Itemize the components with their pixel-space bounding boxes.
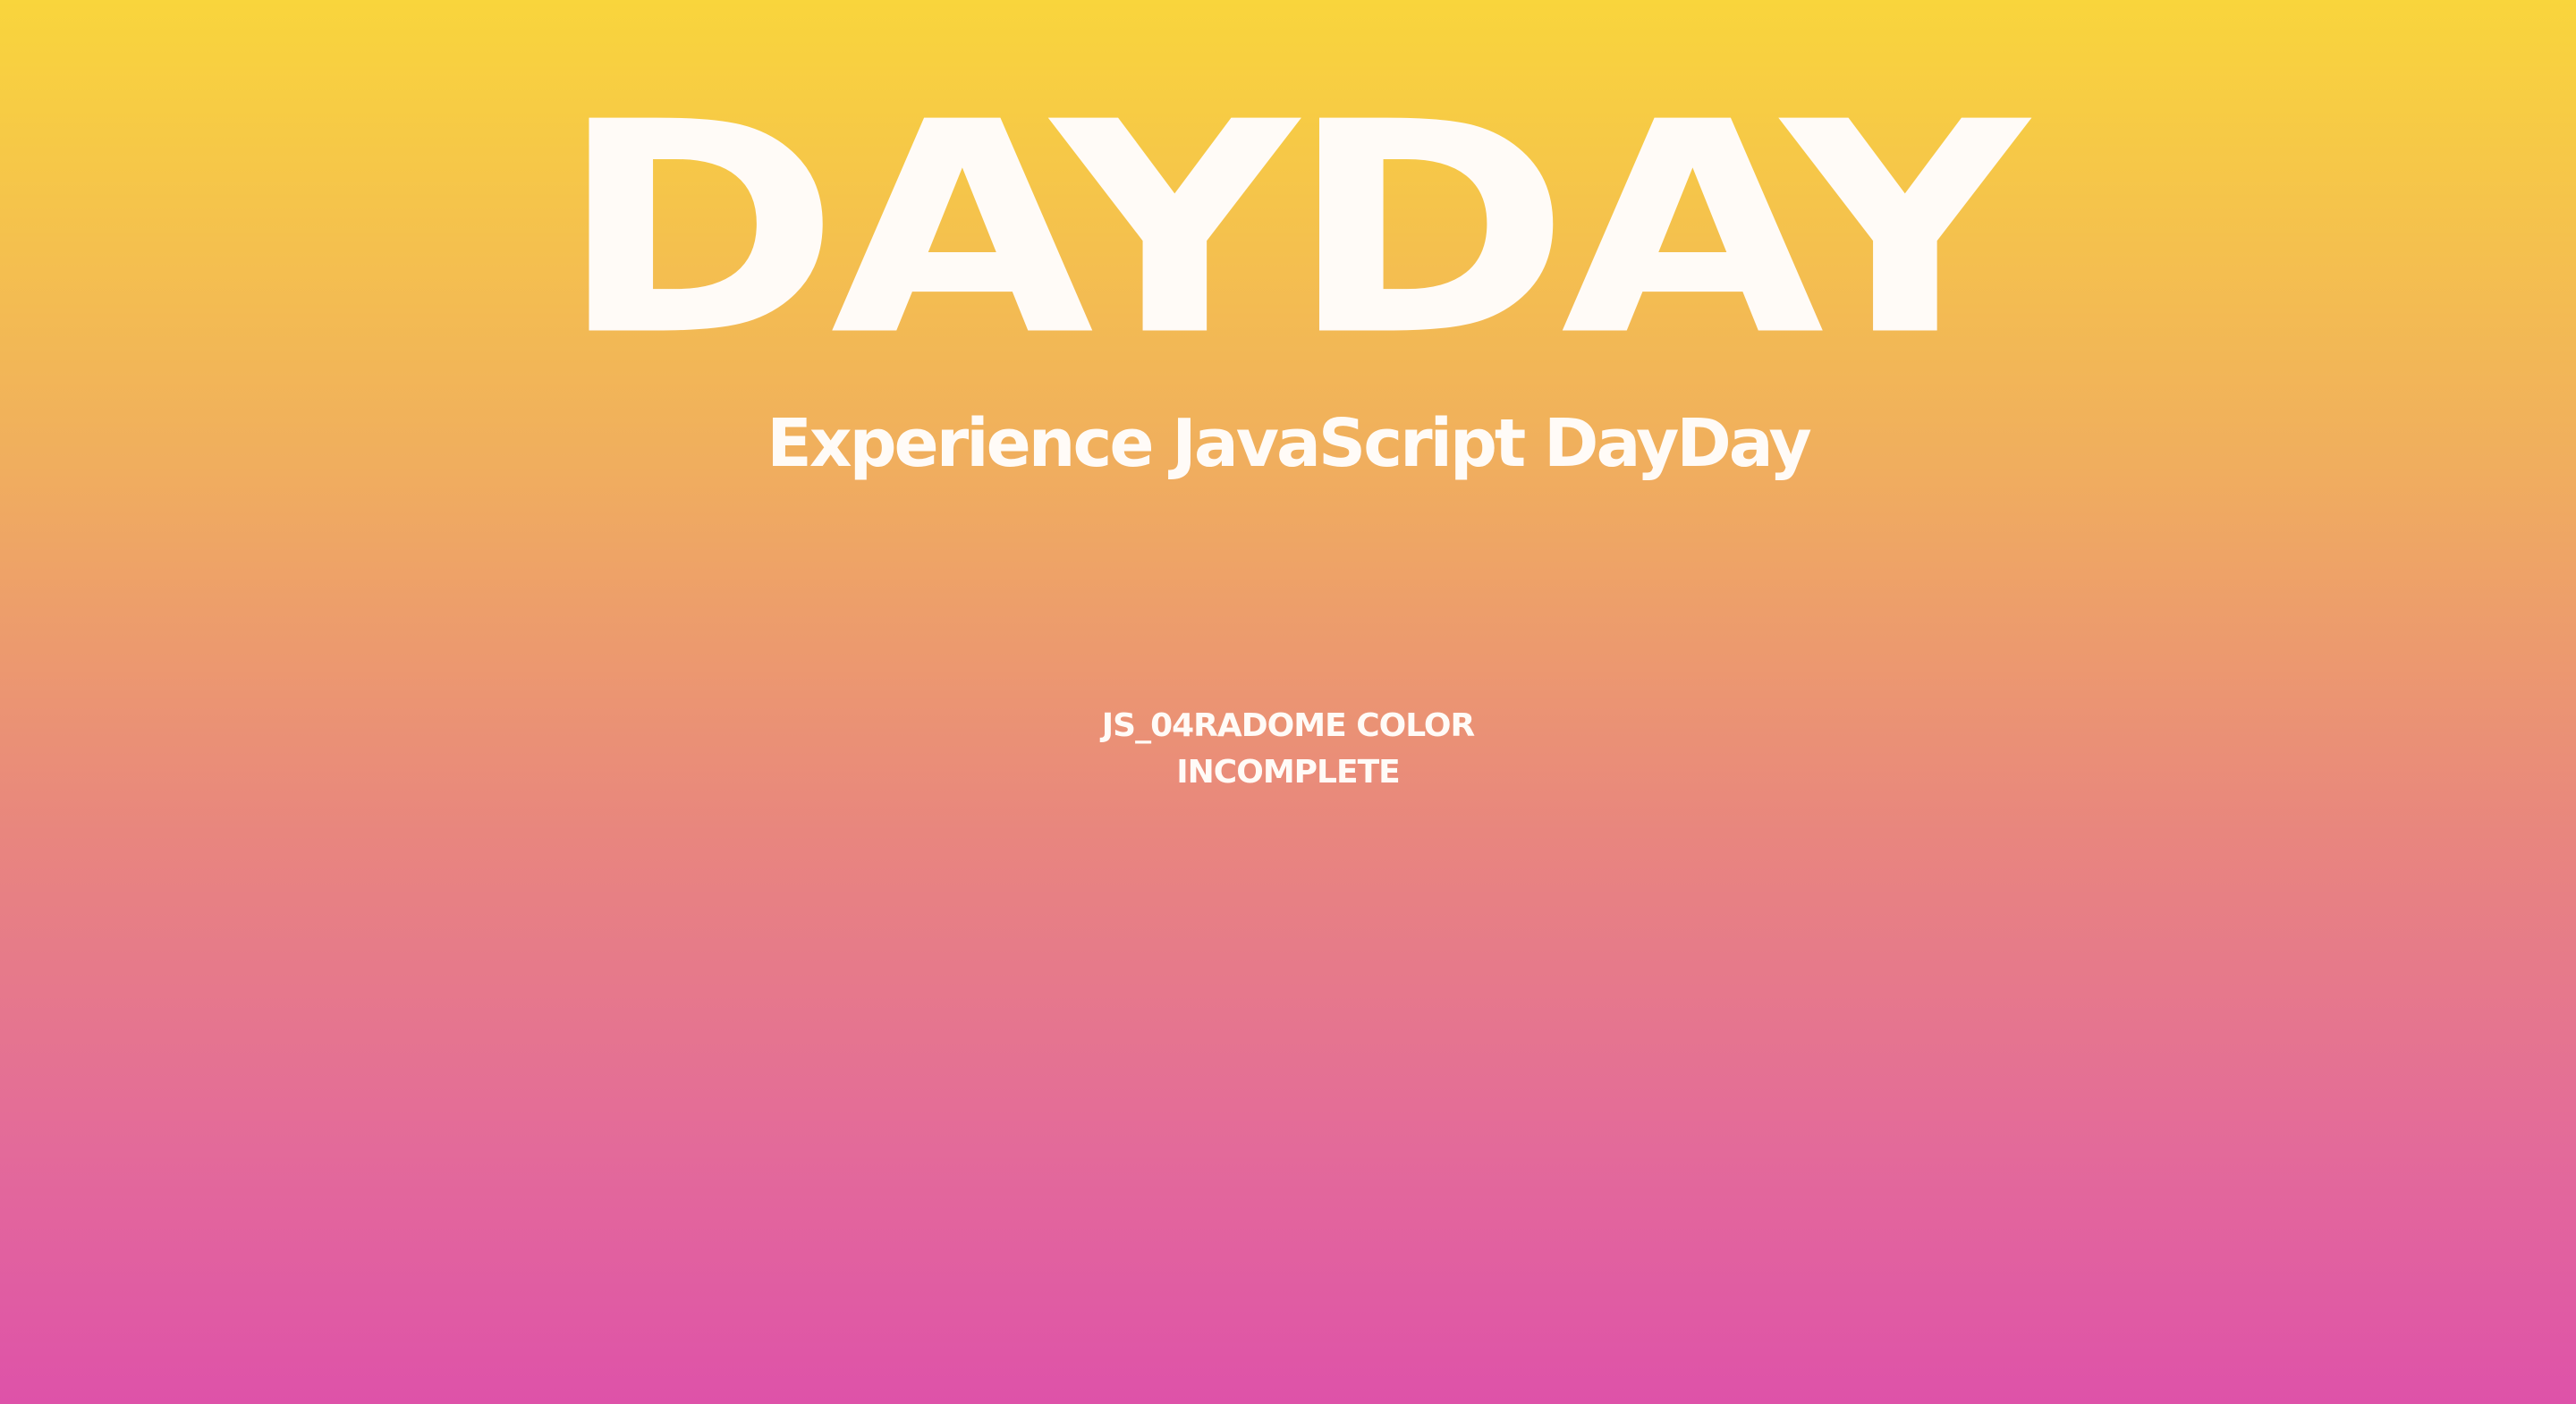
page-background: DAYDAY Experience JavaScript DayDay JS_0… bbox=[0, 0, 2576, 1404]
hero-title: DAYDAY bbox=[557, 60, 2028, 401]
status-block: JS_04RADOME COLOR INCOMPLETE bbox=[0, 703, 2576, 796]
project-code-label: JS_04RADOME COLOR bbox=[1101, 707, 1475, 744]
hero: DAYDAY bbox=[0, 84, 2576, 388]
status-label: INCOMPLETE bbox=[1176, 754, 1400, 791]
subtitle: Experience JavaScript DayDay bbox=[767, 405, 1811, 482]
